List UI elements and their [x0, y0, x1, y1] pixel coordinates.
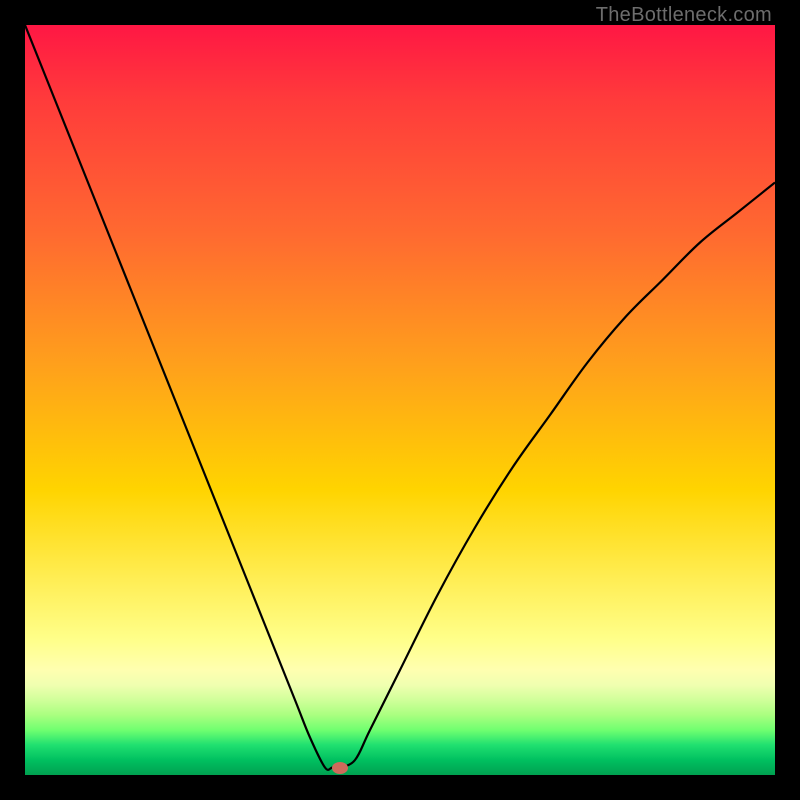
bottleneck-curve-right	[340, 183, 775, 768]
optimal-point-marker	[332, 762, 348, 774]
bottleneck-curve-left	[25, 25, 340, 770]
chart-container: TheBottleneck.com	[0, 0, 800, 800]
plot-area	[25, 25, 775, 775]
watermark-text: TheBottleneck.com	[596, 4, 772, 27]
curve-layer	[25, 25, 775, 775]
